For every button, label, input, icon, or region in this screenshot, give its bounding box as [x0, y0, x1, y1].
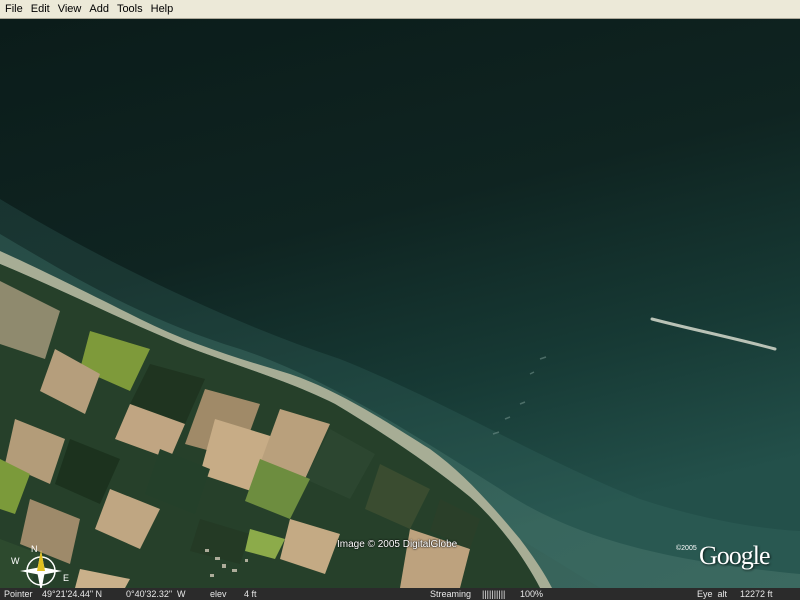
menu-help[interactable]: Help — [147, 0, 178, 18]
map-viewport[interactable]: N W E S — [0, 19, 800, 588]
imagery-credit: Image © 2005 DigitalGlobe — [337, 539, 458, 550]
streaming-bars: |||||||||| — [482, 589, 506, 599]
menu-bar: File Edit View Add Tools Help — [0, 0, 800, 19]
elev-value: 4 ft — [244, 589, 257, 599]
menu-edit[interactable]: Edit — [27, 0, 54, 18]
pointer-latitude: 49°21'24.44" N — [42, 589, 103, 599]
google-copyright: ©2005 — [676, 545, 697, 552]
streaming-label: Streaming — [430, 589, 472, 599]
menu-add[interactable]: Add — [85, 0, 113, 18]
compass-n: N — [31, 544, 38, 554]
compass-w: W — [11, 556, 20, 566]
eye-alt-label: Eye alt — [697, 589, 728, 599]
menu-file[interactable]: File — [0, 0, 27, 18]
elev-label: elev — [210, 589, 227, 599]
streaming-percent: 100% — [520, 589, 544, 599]
pointer-label: Pointer — [4, 589, 33, 599]
compass-e: E — [63, 573, 69, 583]
compass-rose-icon[interactable]: N W E S — [8, 540, 74, 588]
menu-tools[interactable]: Tools — [113, 0, 147, 18]
status-bar: Pointer 49°21'24.44" N 0°40'32.32" W ele… — [0, 588, 800, 600]
pointer-longitude: 0°40'32.32" W — [126, 589, 186, 599]
eye-alt-value: 12272 ft — [740, 589, 773, 599]
satellite-imagery — [0, 19, 800, 588]
menu-view[interactable]: View — [54, 0, 86, 18]
google-logo: Google — [699, 541, 771, 570]
